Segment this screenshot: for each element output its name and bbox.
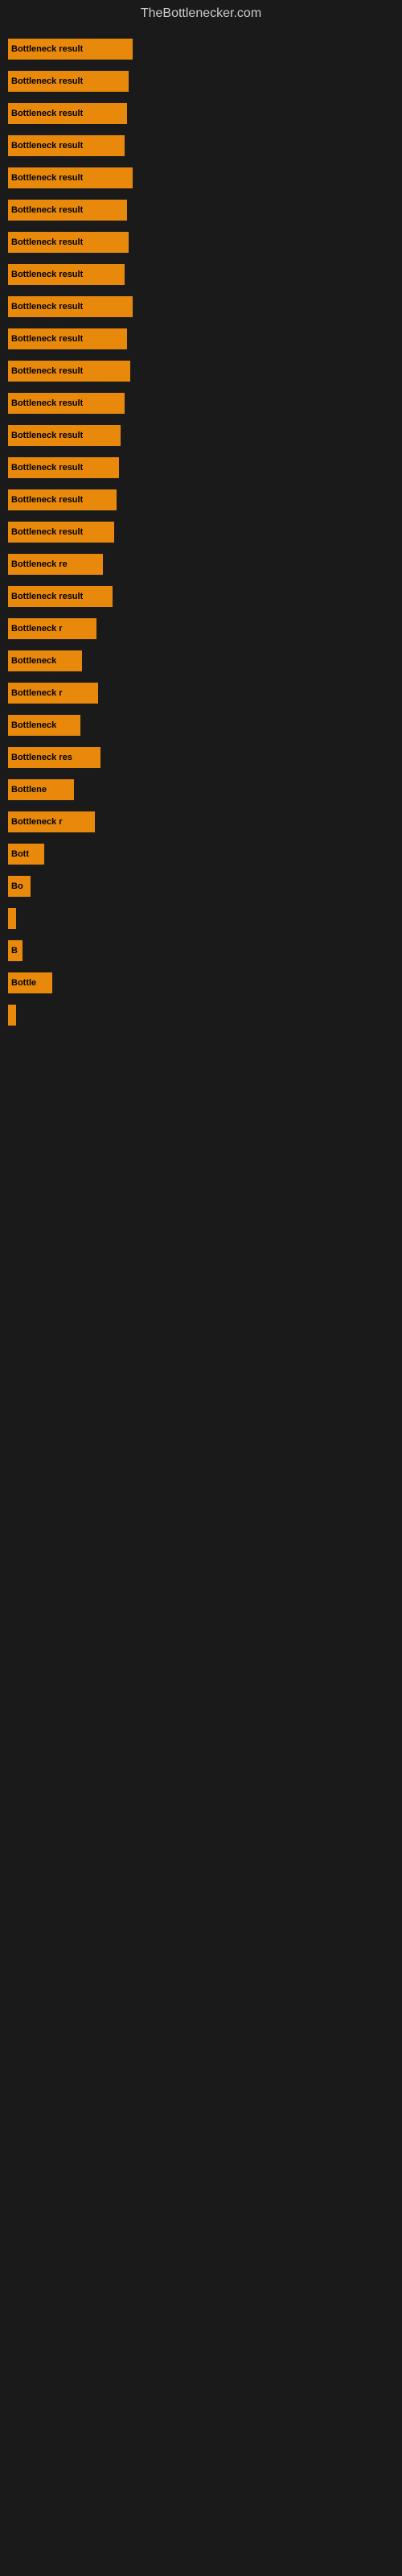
bar-row: Bottleneck result xyxy=(8,66,394,97)
bar-label: Bottleneck res xyxy=(11,753,72,762)
bar-row: Bottleneck result xyxy=(8,420,394,451)
bar: Bottleneck r xyxy=(8,683,98,704)
bar: Bottleneck result xyxy=(8,393,125,414)
bar: Bottleneck result xyxy=(8,264,125,285)
bar: Bottleneck xyxy=(8,715,80,736)
bar xyxy=(8,908,16,929)
bar: Bottleneck result xyxy=(8,457,119,478)
bar: Bottleneck result xyxy=(8,39,133,60)
bar-label: Bottleneck xyxy=(11,720,56,730)
bar: Bottleneck result xyxy=(8,232,129,253)
bar: Bottleneck result xyxy=(8,361,130,382)
bar-label: Bottleneck result xyxy=(11,495,83,505)
bar: Bottleneck result xyxy=(8,522,114,543)
bar-row: Bottleneck result xyxy=(8,485,394,515)
bar-label: Bottleneck result xyxy=(11,109,83,118)
bar-label: Bottleneck result xyxy=(11,527,83,537)
bar-label: Bottleneck r xyxy=(11,624,63,634)
bar: Bottleneck result xyxy=(8,328,127,349)
site-title: TheBottlenecker.com xyxy=(0,0,402,31)
bar-label: Bottleneck r xyxy=(11,688,63,698)
bar-row xyxy=(8,903,394,934)
bar: Bottleneck result xyxy=(8,71,129,92)
bar-row: Bottleneck xyxy=(8,710,394,741)
bar-label: Bottle xyxy=(11,978,36,988)
bar: Bottleneck result xyxy=(8,200,127,221)
bar: Bottleneck result xyxy=(8,296,133,317)
bar-label: Bottleneck result xyxy=(11,302,83,312)
bar-label: Bottleneck result xyxy=(11,237,83,247)
bar: Bottleneck re xyxy=(8,554,103,575)
bar-label: Bottleneck xyxy=(11,656,56,666)
bar: Bottleneck result xyxy=(8,167,133,188)
bar xyxy=(8,1005,16,1026)
bar: Bottleneck result xyxy=(8,135,125,156)
bar: Bottlene xyxy=(8,779,74,800)
bar-row: Bottleneck re xyxy=(8,549,394,580)
bar-row: Bottleneck result xyxy=(8,291,394,322)
bar-row: Bottleneck result xyxy=(8,98,394,129)
bar-row: Bottleneck r xyxy=(8,613,394,644)
bar-row: Bottleneck result xyxy=(8,163,394,193)
bar-label: Bottleneck result xyxy=(11,431,83,440)
bar-label: Bottleneck result xyxy=(11,334,83,344)
chart-area: Bottleneck result Bottleneck result Bottle… xyxy=(0,31,402,1035)
bar-label: Bottleneck result xyxy=(11,173,83,183)
bar-label: Bottleneck result xyxy=(11,592,83,601)
bar-row: Bottleneck result xyxy=(8,130,394,161)
bar-label: Bottleneck result xyxy=(11,398,83,408)
bar: Bo xyxy=(8,876,31,897)
bar-row: Bottleneck result xyxy=(8,581,394,612)
bar-row: Bottleneck result xyxy=(8,388,394,419)
bar-label: Bottleneck result xyxy=(11,76,83,86)
bar-row: Bo xyxy=(8,871,394,902)
bar-label: Bottleneck result xyxy=(11,141,83,151)
bar-row: Bottleneck result xyxy=(8,34,394,64)
bar-row: B xyxy=(8,935,394,966)
bar: Bottleneck result xyxy=(8,489,117,510)
bar-row: Bottleneck result xyxy=(8,195,394,225)
bar-label: Bott xyxy=(11,849,29,859)
bar: Bottleneck xyxy=(8,650,82,671)
bar-row: Bottlene xyxy=(8,774,394,805)
bar: Bottle xyxy=(8,972,52,993)
bar: B xyxy=(8,940,23,961)
bar-label: Bottleneck r xyxy=(11,817,63,827)
bar: Bottleneck result xyxy=(8,103,127,124)
bar-row: Bott xyxy=(8,839,394,869)
bar-row: Bottleneck res xyxy=(8,742,394,773)
bar-label: B xyxy=(11,946,18,956)
bar-row xyxy=(8,1000,394,1030)
bar-label: Bottleneck re xyxy=(11,559,68,569)
bar-label: Bottleneck result xyxy=(11,44,83,54)
bar-row: Bottleneck result xyxy=(8,227,394,258)
bar-label: Bo xyxy=(11,881,23,891)
bar-row: Bottleneck xyxy=(8,646,394,676)
bar-row: Bottleneck r xyxy=(8,807,394,837)
bar: Bottleneck result xyxy=(8,586,113,607)
bar-label: Bottlene xyxy=(11,785,47,795)
bar-row: Bottleneck result xyxy=(8,259,394,290)
bar-row: Bottleneck result xyxy=(8,356,394,386)
bar-label: Bottleneck result xyxy=(11,270,83,279)
bar-row: Bottle xyxy=(8,968,394,998)
bar: Bott xyxy=(8,844,44,865)
bar: Bottleneck r xyxy=(8,618,96,639)
bar: Bottleneck r xyxy=(8,811,95,832)
bar-row: Bottleneck result xyxy=(8,517,394,547)
bar-row: Bottleneck result xyxy=(8,324,394,354)
bar-label: Bottleneck result xyxy=(11,205,83,215)
bar-label: Bottleneck result xyxy=(11,463,83,473)
bar-row: Bottleneck result xyxy=(8,452,394,483)
bar-row: Bottleneck r xyxy=(8,678,394,708)
bar-label: Bottleneck result xyxy=(11,366,83,376)
bar: Bottleneck result xyxy=(8,425,121,446)
bar: Bottleneck res xyxy=(8,747,100,768)
